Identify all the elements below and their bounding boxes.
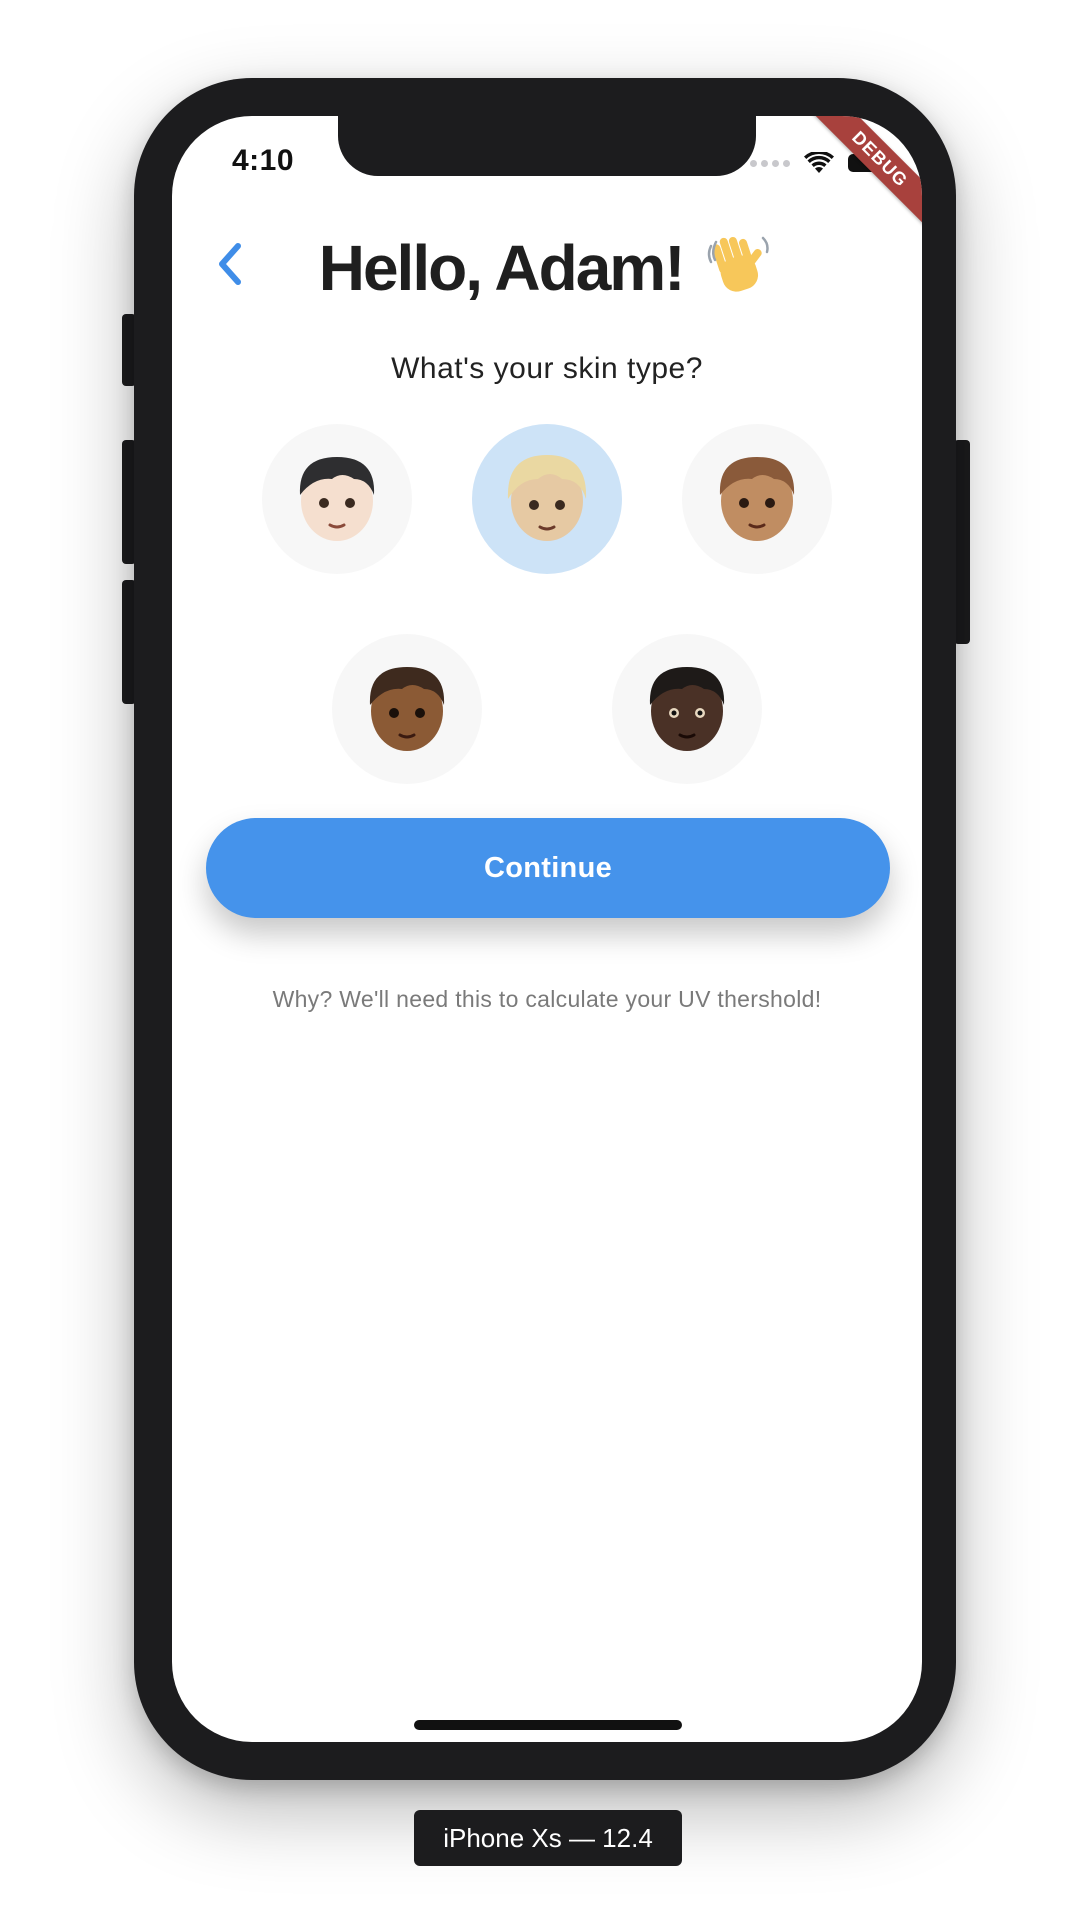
skin-option-dark[interactable] [612,634,762,784]
simulator-stage: 4:10 DEBUG Hello, Adam! What's your skin… [0,0,1090,1928]
status-time: 4:10 [232,144,295,177]
home-indicator[interactable] [414,1720,682,1730]
skin-option-medium-dark[interactable] [332,634,482,784]
app-screen: 4:10 DEBUG Hello, Adam! What's your skin… [172,116,922,1742]
wifi-icon [804,152,834,173]
person-medium-icon [719,457,795,541]
page-title: Hello, Adam! [172,228,922,305]
skin-type-hint: Why? We'll need this to calculate your U… [272,986,822,1012]
person-dark-icon [649,667,725,751]
waving-hand-icon [699,232,775,304]
title-text: Hello, Adam! [318,232,686,304]
skin-option-light[interactable] [262,424,412,574]
notch [338,116,756,176]
skin-option-medium-light[interactable] [472,424,622,574]
continue-button[interactable]: Continue [206,818,890,918]
device-label: iPhone Xs — 12.4 [414,1810,682,1866]
skin-option-medium[interactable] [682,424,832,574]
person-medium-dark-icon [369,667,445,751]
skin-type-question: What's your skin type? [391,352,703,385]
person-medium-light-icon [507,455,587,541]
signal-icon [750,159,790,167]
person-light-icon [299,457,375,541]
power-button [954,440,970,644]
